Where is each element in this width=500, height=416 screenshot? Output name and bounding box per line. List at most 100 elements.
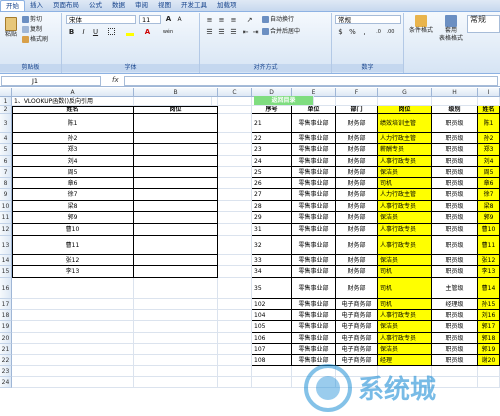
grid-cell[interactable] <box>218 156 252 167</box>
row-header[interactable]: 24 <box>0 377 12 388</box>
cut-button[interactable]: 剪切 <box>22 16 42 24</box>
name-cell[interactable]: 曹11 <box>12 236 134 255</box>
grid-cell[interactable] <box>378 97 432 106</box>
grid-cell[interactable] <box>478 377 500 388</box>
position-cell[interactable] <box>134 255 218 266</box>
data-cell[interactable]: 零售事业部 <box>292 344 336 355</box>
name-cell[interactable]: 徐7 <box>12 189 134 201</box>
formula-input[interactable] <box>124 76 498 86</box>
align-center-icon[interactable]: ☰ <box>216 27 227 37</box>
comma-icon[interactable]: , <box>359 27 370 37</box>
position-cell[interactable] <box>134 236 218 255</box>
grid-cell[interactable] <box>218 310 252 321</box>
copy-button[interactable]: 复制 <box>22 26 42 34</box>
row-header[interactable]: 1 <box>0 97 12 106</box>
grid-cell[interactable] <box>218 299 252 310</box>
grid-cell[interactable] <box>12 299 134 310</box>
data-cell[interactable]: 薪酬专员 <box>378 144 432 156</box>
grid-cell[interactable] <box>218 97 252 106</box>
name-cell[interactable]: 梁8 <box>12 201 134 212</box>
data-cell[interactable]: 电子商务部 <box>336 355 378 366</box>
grid-cell[interactable] <box>218 133 252 144</box>
grid-cell[interactable] <box>378 366 432 377</box>
data-cell[interactable]: 财务部 <box>336 255 378 266</box>
grid-cell[interactable] <box>432 377 478 388</box>
grid-cell[interactable] <box>12 377 134 388</box>
data-cell[interactable]: 108 <box>252 355 292 366</box>
column-header[interactable]: H <box>432 88 478 97</box>
grid-cell[interactable] <box>336 366 378 377</box>
cell-style-normal[interactable]: 常规 <box>467 15 500 33</box>
format-painter-button[interactable]: 格式刷 <box>22 36 48 44</box>
row-header[interactable]: 13 <box>0 236 12 255</box>
data-cell[interactable]: 孙15 <box>478 299 500 310</box>
data-cell[interactable]: 保洁员 <box>378 212 432 224</box>
worksheet-grid[interactable]: A B C D E F G H I 1 2 3 4 5 6 7 8 9 10 11 12 13 14 15 16 17 18 19 20… <box>0 88 500 416</box>
data-cell[interactable]: 陈1 <box>478 114 500 133</box>
grid-cell[interactable] <box>134 278 218 299</box>
data-cell[interactable]: 司机 <box>378 178 432 189</box>
data-cell[interactable]: 郭17 <box>478 321 500 333</box>
grid-cell[interactable] <box>12 310 134 321</box>
data-cell[interactable]: 财务部 <box>336 278 378 299</box>
select-all-corner[interactable] <box>0 88 12 97</box>
grid-cell[interactable] <box>252 377 292 388</box>
data-cell[interactable]: 曹10 <box>478 224 500 236</box>
grid-cell[interactable] <box>218 333 252 344</box>
data-cell[interactable]: 保洁员 <box>378 167 432 178</box>
data-cell[interactable]: 保洁员 <box>378 344 432 355</box>
grid-cell[interactable] <box>336 97 378 106</box>
data-cell[interactable]: 人事行政专员 <box>378 333 432 344</box>
font-name-combo[interactable]: 宋体 <box>66 15 136 24</box>
underline-button[interactable]: U <box>90 27 101 37</box>
name-cell[interactable]: 曹10 <box>12 224 134 236</box>
row-header[interactable]: 16 <box>0 278 12 299</box>
grid-cell[interactable] <box>218 114 252 133</box>
row-header[interactable]: 19 <box>0 321 12 333</box>
data-cell[interactable]: 职员级 <box>432 310 478 321</box>
data-cell[interactable]: 零售事业部 <box>292 133 336 144</box>
font-color-icon[interactable]: A <box>142 27 153 37</box>
data-cell[interactable]: 李13 <box>478 266 500 278</box>
data-cell[interactable]: 零售事业部 <box>292 167 336 178</box>
grid-cell[interactable] <box>12 344 134 355</box>
data-cell[interactable]: 人事行政专员 <box>378 310 432 321</box>
data-cell[interactable]: 职员级 <box>432 144 478 156</box>
grid-cell[interactable] <box>12 333 134 344</box>
data-cell[interactable]: 106 <box>252 333 292 344</box>
font-size-combo[interactable]: 11 <box>139 15 161 24</box>
grid-cell[interactable] <box>292 377 336 388</box>
data-cell[interactable]: 徐7 <box>478 189 500 201</box>
data-cell[interactable]: 33 <box>252 255 292 266</box>
data-cell[interactable]: 零售事业部 <box>292 236 336 255</box>
grid-cell[interactable] <box>218 366 252 377</box>
number-format-combo[interactable]: 常规 <box>335 15 401 24</box>
position-cell[interactable] <box>134 224 218 236</box>
grid-cell[interactable] <box>12 355 134 366</box>
data-cell[interactable]: 职员级 <box>432 224 478 236</box>
data-cell[interactable]: 司机 <box>378 299 432 310</box>
align-right-icon[interactable]: ☰ <box>228 27 239 37</box>
position-cell[interactable] <box>134 266 218 278</box>
grid-cell[interactable] <box>478 97 500 106</box>
data-cell[interactable]: 财务部 <box>336 236 378 255</box>
data-cell[interactable]: 财务部 <box>336 212 378 224</box>
data-cell[interactable]: 财务部 <box>336 189 378 201</box>
data-cell[interactable]: 32 <box>252 236 292 255</box>
function-icon[interactable]: fx <box>112 76 119 84</box>
column-header[interactable]: F <box>336 88 378 97</box>
row-header[interactable]: 3 <box>0 114 12 133</box>
data-cell[interactable]: 财务部 <box>336 167 378 178</box>
grid-cell[interactable] <box>218 355 252 366</box>
name-cell[interactable]: 郑3 <box>12 144 134 156</box>
increase-decimal-icon[interactable]: .0 <box>373 27 384 37</box>
data-cell[interactable]: 司机 <box>378 266 432 278</box>
row-header[interactable]: 17 <box>0 299 12 310</box>
data-cell[interactable]: 零售事业部 <box>292 224 336 236</box>
grid-cell[interactable] <box>218 201 252 212</box>
data-cell[interactable]: 29 <box>252 212 292 224</box>
column-header[interactable]: I <box>478 88 500 97</box>
row-header[interactable]: 9 <box>0 189 12 201</box>
grid-cell[interactable] <box>218 189 252 201</box>
position-cell[interactable] <box>134 178 218 189</box>
